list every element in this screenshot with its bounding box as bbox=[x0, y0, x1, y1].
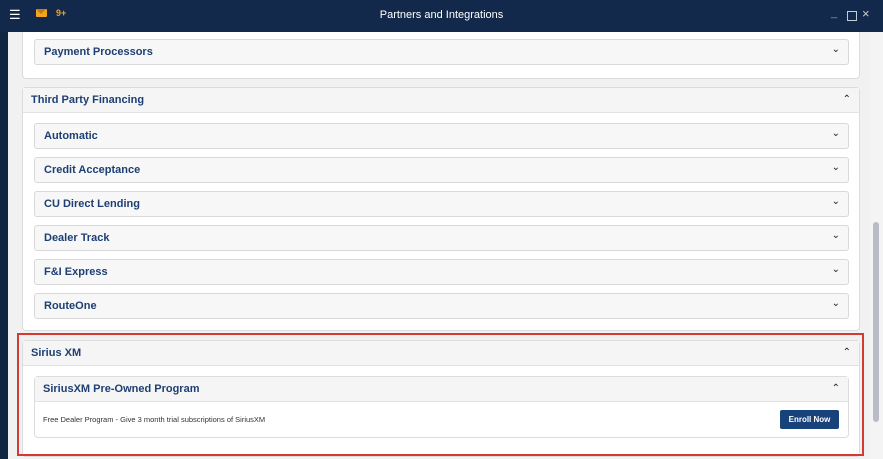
row-label: F&I Express bbox=[44, 266, 108, 278]
row-label: CU Direct Lending bbox=[44, 198, 140, 210]
chevron-down-icon[interactable]: ⌄ bbox=[832, 162, 840, 173]
financing-row-fi-express[interactable]: F&I Express ⌄ bbox=[34, 259, 849, 285]
financing-row-cu-direct-lending[interactable]: CU Direct Lending ⌄ bbox=[34, 191, 849, 217]
chevron-down-icon[interactable]: ⌄ bbox=[832, 230, 840, 241]
payment-processors-row[interactable]: Payment Processors ⌄ bbox=[34, 39, 849, 65]
financing-row-dealer-track[interactable]: Dealer Track ⌄ bbox=[34, 225, 849, 251]
row-label: Automatic bbox=[44, 130, 98, 142]
row-label: RouteOne bbox=[44, 300, 97, 312]
title-bar: ☰ 9+ Partners and Integrations _ × bbox=[0, 0, 883, 32]
chevron-down-icon[interactable]: ⌄ bbox=[832, 298, 840, 309]
scrollbar-thumb[interactable] bbox=[873, 222, 879, 422]
chevron-down-icon[interactable]: ⌄ bbox=[832, 44, 840, 55]
payment-group: Payment Processors ⌄ bbox=[22, 32, 860, 79]
window-title: Partners and Integrations bbox=[379, 9, 504, 21]
financing-group: Third Party Financing ⌃ Automatic ⌄ Cred… bbox=[22, 87, 860, 331]
close-icon[interactable]: × bbox=[862, 6, 870, 21]
financing-row-routeone[interactable]: RouteOne ⌄ bbox=[34, 293, 849, 319]
financing-row-automatic[interactable]: Automatic ⌄ bbox=[34, 123, 849, 149]
row-label: Credit Acceptance bbox=[44, 164, 141, 176]
financing-title: Third Party Financing bbox=[31, 94, 145, 106]
financing-header[interactable]: Third Party Financing ⌃ bbox=[23, 88, 859, 113]
payment-processors-label: Payment Processors bbox=[44, 46, 153, 58]
chevron-up-icon[interactable]: ⌃ bbox=[843, 94, 851, 105]
chevron-down-icon[interactable]: ⌄ bbox=[832, 128, 840, 139]
highlight-box bbox=[17, 333, 864, 456]
chevron-down-icon[interactable]: ⌄ bbox=[832, 196, 840, 207]
minimize-icon[interactable]: _ bbox=[831, 7, 837, 19]
chevron-down-icon[interactable]: ⌄ bbox=[832, 264, 840, 275]
maximize-icon[interactable] bbox=[847, 11, 857, 21]
row-label: Dealer Track bbox=[44, 232, 110, 244]
financing-row-credit-acceptance[interactable]: Credit Acceptance ⌄ bbox=[34, 157, 849, 183]
